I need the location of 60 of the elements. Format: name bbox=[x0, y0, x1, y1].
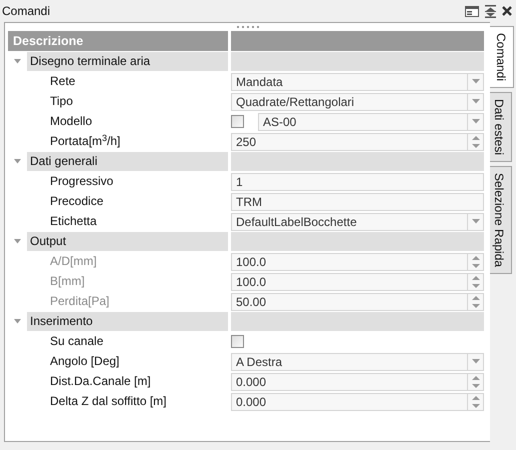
side-tab[interactable]: Selezione Rapida bbox=[490, 166, 512, 274]
column-header: Descrizione bbox=[8, 31, 228, 51]
spin-down-icon[interactable] bbox=[472, 144, 480, 148]
panel-title: Comandi bbox=[2, 3, 52, 20]
close-icon[interactable] bbox=[502, 6, 512, 16]
layout-icon[interactable] bbox=[465, 6, 479, 16]
property-label: Portata[m$^{3}$/h] bbox=[49, 132, 122, 150]
expand-icon[interactable] bbox=[14, 159, 21, 164]
spin-up-icon[interactable] bbox=[472, 256, 480, 260]
spin-field[interactable]: 250 bbox=[231, 132, 484, 150]
property-label: Progressivo bbox=[49, 173, 114, 190]
dropdown-arrow-icon[interactable] bbox=[472, 359, 480, 364]
spin-down-icon[interactable] bbox=[472, 404, 480, 408]
property-label: Precodice bbox=[49, 193, 104, 210]
checkbox[interactable] bbox=[231, 115, 244, 128]
property-label: Angolo [Deg] bbox=[49, 353, 120, 370]
spin-field[interactable]: 0.000 bbox=[231, 372, 484, 390]
spin-field[interactable]: 0.000 bbox=[231, 392, 484, 410]
property-label: A/D[mm] bbox=[49, 253, 98, 270]
expand-icon[interactable] bbox=[14, 319, 21, 324]
dropdown-field[interactable]: Mandata bbox=[231, 72, 484, 90]
grip-icon[interactable] bbox=[236, 26, 258, 28]
spin-down-icon[interactable] bbox=[472, 264, 480, 268]
spin-up-icon[interactable] bbox=[472, 296, 480, 300]
dropdown-arrow-icon[interactable] bbox=[472, 99, 480, 104]
property-label: Perdita[Pa] bbox=[49, 293, 110, 310]
expand-icon[interactable] bbox=[14, 59, 21, 64]
spin-up-icon[interactable] bbox=[472, 136, 480, 140]
spin-down-icon[interactable] bbox=[472, 304, 480, 308]
dropdown-field[interactable]: AS-00 bbox=[258, 112, 484, 130]
spin-up-icon[interactable] bbox=[472, 396, 480, 400]
side-tab[interactable]: Comandi bbox=[490, 26, 514, 88]
spin-down-icon[interactable] bbox=[472, 384, 480, 388]
dropdown-arrow-icon[interactable] bbox=[472, 119, 480, 124]
category-label[interactable]: Dati generali bbox=[27, 152, 228, 171]
property-label: B[mm] bbox=[49, 273, 86, 290]
dropdown-field[interactable]: Quadrate/Rettangolari bbox=[231, 92, 484, 110]
dropdown-field[interactable]: A Destra bbox=[231, 352, 484, 370]
property-label: Rete bbox=[49, 73, 76, 90]
dropdown-field[interactable]: DefaultLabelBocchette bbox=[231, 212, 484, 230]
property-label: Su canale bbox=[49, 333, 104, 350]
dropdown-arrow-icon[interactable] bbox=[472, 219, 480, 224]
spin-up-icon[interactable] bbox=[472, 276, 480, 280]
dropdown-arrow-icon[interactable] bbox=[472, 79, 480, 84]
expand-icon[interactable] bbox=[14, 239, 21, 244]
spin-down-icon[interactable] bbox=[472, 284, 480, 288]
property-label: Tipo bbox=[49, 93, 74, 110]
property-label: Etichetta bbox=[49, 213, 98, 230]
property-label: Modello bbox=[49, 113, 94, 130]
text-field[interactable]: 1 bbox=[231, 172, 484, 190]
spin-up-icon[interactable] bbox=[472, 376, 480, 380]
side-tab[interactable]: Dati estesi bbox=[490, 92, 512, 162]
collapse-icon[interactable] bbox=[485, 4, 496, 18]
category-label[interactable]: Disegno terminale aria bbox=[27, 52, 228, 71]
property-label: Dist.Da.Canale [m] bbox=[49, 373, 152, 390]
checkbox[interactable] bbox=[231, 335, 244, 348]
category-label[interactable]: Output bbox=[27, 232, 228, 251]
text-field[interactable]: TRM bbox=[231, 192, 484, 210]
property-label: Delta Z dal soffitto [m] bbox=[49, 393, 168, 410]
category-label[interactable]: Inserimento bbox=[27, 312, 228, 331]
